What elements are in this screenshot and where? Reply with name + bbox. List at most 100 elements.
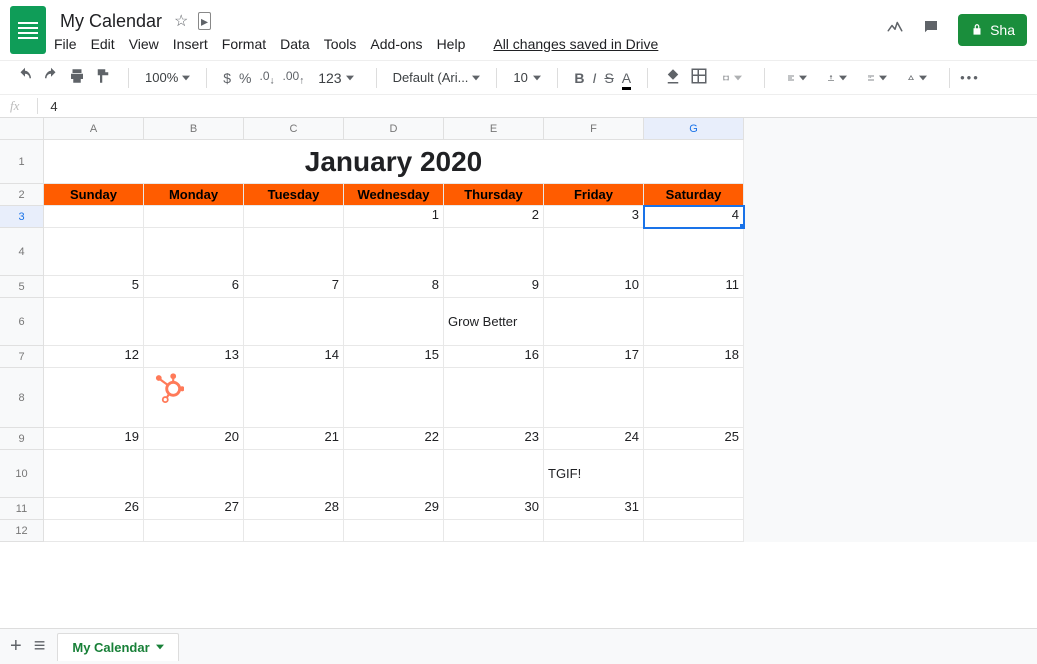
cell[interactable] <box>644 368 744 428</box>
row-header[interactable]: 2 <box>0 184 44 206</box>
cell[interactable]: 26 <box>44 498 144 520</box>
menu-insert[interactable]: Insert <box>173 36 208 52</box>
cell[interactable] <box>444 520 544 542</box>
cell[interactable]: 9 <box>444 276 544 298</box>
cell[interactable] <box>44 450 144 498</box>
cell[interactable] <box>144 520 244 542</box>
menu-edit[interactable]: Edit <box>91 36 115 52</box>
italic-icon[interactable]: I <box>593 70 597 86</box>
cell[interactable]: 11 <box>644 276 744 298</box>
cell[interactable] <box>344 368 444 428</box>
cell[interactable]: 22 <box>344 428 444 450</box>
print-icon[interactable] <box>68 67 86 88</box>
cell[interactable] <box>444 228 544 276</box>
font-dropdown[interactable]: Default (Ari... <box>387 68 487 87</box>
cell[interactable] <box>644 498 744 520</box>
col-header[interactable]: D <box>344 118 444 140</box>
row-header[interactable]: 6 <box>0 298 44 346</box>
row-header[interactable]: 3 <box>0 206 44 228</box>
cell[interactable] <box>544 298 644 346</box>
cell[interactable]: 31 <box>544 498 644 520</box>
cell[interactable] <box>144 298 244 346</box>
cell[interactable]: 28 <box>244 498 344 520</box>
cell[interactable]: 6 <box>144 276 244 298</box>
cell[interactable] <box>644 228 744 276</box>
cell[interactable]: 19 <box>44 428 144 450</box>
menu-addons[interactable]: Add-ons <box>370 36 422 52</box>
row-header[interactable]: 11 <box>0 498 44 520</box>
cell[interactable] <box>544 368 644 428</box>
cell[interactable]: 2 <box>444 206 544 228</box>
day-header[interactable]: Tuesday <box>244 184 344 206</box>
cell[interactable]: 23 <box>444 428 544 450</box>
cell[interactable] <box>344 298 444 346</box>
cell[interactable]: 21 <box>244 428 344 450</box>
cell[interactable]: 8 <box>344 276 444 298</box>
percent-icon[interactable]: % <box>239 70 251 86</box>
cell[interactable] <box>344 228 444 276</box>
cell[interactable]: 7 <box>244 276 344 298</box>
paint-format-icon[interactable] <box>94 67 112 88</box>
cell[interactable] <box>44 206 144 228</box>
rotate-dropdown[interactable] <box>901 72 933 84</box>
sheet-tab[interactable]: My Calendar <box>57 633 178 661</box>
halign-dropdown[interactable] <box>781 72 813 84</box>
cell[interactable]: 5 <box>44 276 144 298</box>
cell[interactable]: 4 <box>644 206 744 228</box>
cell[interactable] <box>544 520 644 542</box>
more-formats-dropdown[interactable]: 123 <box>312 68 359 88</box>
row-header[interactable]: 9 <box>0 428 44 450</box>
row-header[interactable]: 7 <box>0 346 44 368</box>
cell[interactable]: Grow Better <box>444 298 544 346</box>
cell[interactable] <box>144 368 244 428</box>
formula-bar-input[interactable]: 4 <box>50 99 57 114</box>
day-header[interactable]: Thursday <box>444 184 544 206</box>
currency-icon[interactable]: $ <box>223 70 231 86</box>
cell[interactable]: 18 <box>644 346 744 368</box>
cell[interactable] <box>644 450 744 498</box>
menu-data[interactable]: Data <box>280 36 310 52</box>
col-header[interactable]: E <box>444 118 544 140</box>
row-header[interactable]: 8 <box>0 368 44 428</box>
cell[interactable]: 25 <box>644 428 744 450</box>
activity-icon[interactable] <box>886 18 904 42</box>
cell[interactable]: 13 <box>144 346 244 368</box>
cell[interactable]: 17 <box>544 346 644 368</box>
cell[interactable] <box>544 228 644 276</box>
menu-view[interactable]: View <box>129 36 159 52</box>
cell[interactable] <box>444 450 544 498</box>
col-header[interactable]: B <box>144 118 244 140</box>
row-header[interactable]: 10 <box>0 450 44 498</box>
cell[interactable] <box>244 368 344 428</box>
cell[interactable]: 14 <box>244 346 344 368</box>
col-header[interactable]: A <box>44 118 144 140</box>
bold-icon[interactable]: B <box>574 70 584 86</box>
menu-format[interactable]: Format <box>222 36 266 52</box>
day-header[interactable]: Monday <box>144 184 244 206</box>
font-size-dropdown[interactable]: 10 <box>507 68 547 87</box>
move-icon[interactable]: ▸ <box>198 12 211 30</box>
more-icon[interactable]: ••• <box>960 70 980 85</box>
col-header[interactable]: G <box>644 118 744 140</box>
cell[interactable] <box>644 520 744 542</box>
cell[interactable]: 29 <box>344 498 444 520</box>
text-color-icon[interactable]: A <box>622 70 631 86</box>
day-header[interactable]: Wednesday <box>344 184 444 206</box>
col-header[interactable]: C <box>244 118 344 140</box>
cell[interactable] <box>344 520 444 542</box>
spreadsheet-grid[interactable]: ABCDEFG1January 20202SundayMondayTuesday… <box>0 118 1037 542</box>
merge-dropdown[interactable] <box>716 72 748 84</box>
row-header[interactable]: 1 <box>0 140 44 184</box>
wrap-dropdown[interactable] <box>861 72 893 84</box>
all-sheets-icon[interactable]: ≡ <box>34 635 46 658</box>
col-header[interactable]: F <box>544 118 644 140</box>
comments-icon[interactable] <box>922 18 940 42</box>
cell[interactable] <box>44 520 144 542</box>
strike-icon[interactable]: S <box>604 70 613 86</box>
cell[interactable] <box>144 450 244 498</box>
cell[interactable] <box>444 368 544 428</box>
increase-decimal-icon[interactable]: .00↑ <box>283 69 305 86</box>
undo-icon[interactable] <box>16 67 34 88</box>
valign-dropdown[interactable] <box>821 72 853 84</box>
borders-icon[interactable] <box>690 67 708 88</box>
